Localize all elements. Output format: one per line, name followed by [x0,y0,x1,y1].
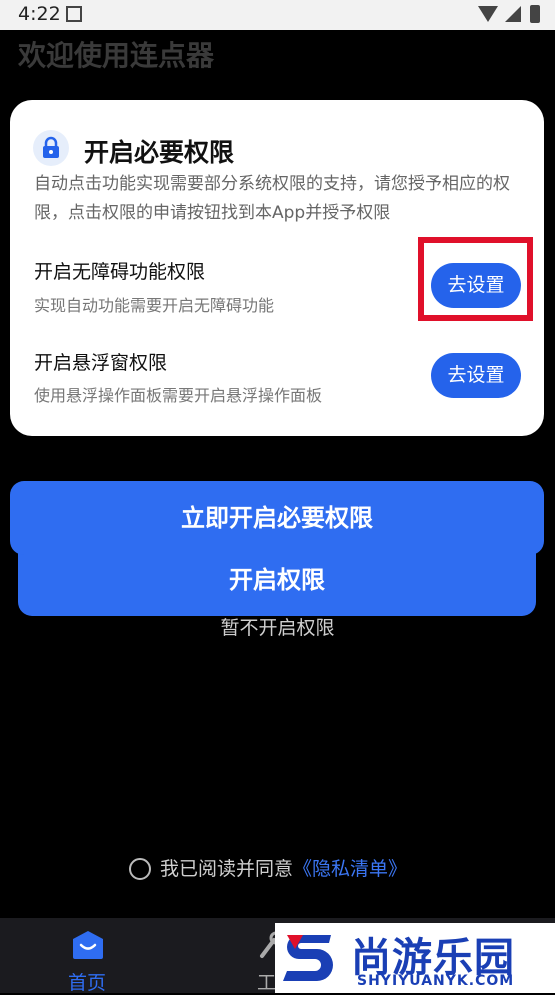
agreement-text: 我已阅读并同意《隐私清单》 [160,854,407,881]
card-description: 自动点击功能实现需要部分系统权限的支持，请您授予相应的权限，点击权限的申请按钮找… [34,174,510,223]
agree-radio[interactable] [129,858,151,880]
nav-home-label[interactable]: 首页 [68,968,106,995]
page-title: 欢迎使用连点器 [18,39,215,72]
watermark: 尚游乐园 SHYIYUANYK.COM [275,923,555,993]
permission-accessibility-desc: 实现自动功能需要开启无障碍功能 [34,296,275,315]
card-title: 开启必要权限 [84,138,235,167]
skip-permission-link[interactable]: 暂不开启权限 [0,613,555,640]
overlay-settings-button[interactable]: 去设置 [431,353,521,398]
highlight-annotation [418,237,533,321]
permission-overlay-title: 开启悬浮窗权限 [34,352,168,374]
permission-overlay-desc: 使用悬浮操作面板需要开启悬浮操作面板 [34,386,323,405]
agreement-label: 我已阅读并同意 [160,858,294,880]
lock-icon [33,130,69,166]
status-time: 4:22 [18,3,61,25]
enable-permission-button[interactable]: 开启权限 [18,552,536,616]
watermark-url: SHYIYUANYK.COM [357,973,515,989]
watermark-logo-icon [283,935,333,981]
nav-tool-label[interactable]: 工 [257,968,276,995]
battery-icon [530,5,540,23]
home-icon[interactable] [71,930,105,960]
enable-required-permissions-button[interactable]: 立即开启必要权限 [10,481,544,555]
enable-permission-label: 开启权限 [229,566,325,594]
permission-accessibility-title: 开启无障碍功能权限 [34,261,206,283]
privacy-list-link[interactable]: 《隐私清单》 [293,858,407,880]
status-bar: 4:22 [0,0,555,30]
notification-icon [66,6,82,22]
signal-icon [505,6,521,22]
wifi-icon [478,6,498,22]
